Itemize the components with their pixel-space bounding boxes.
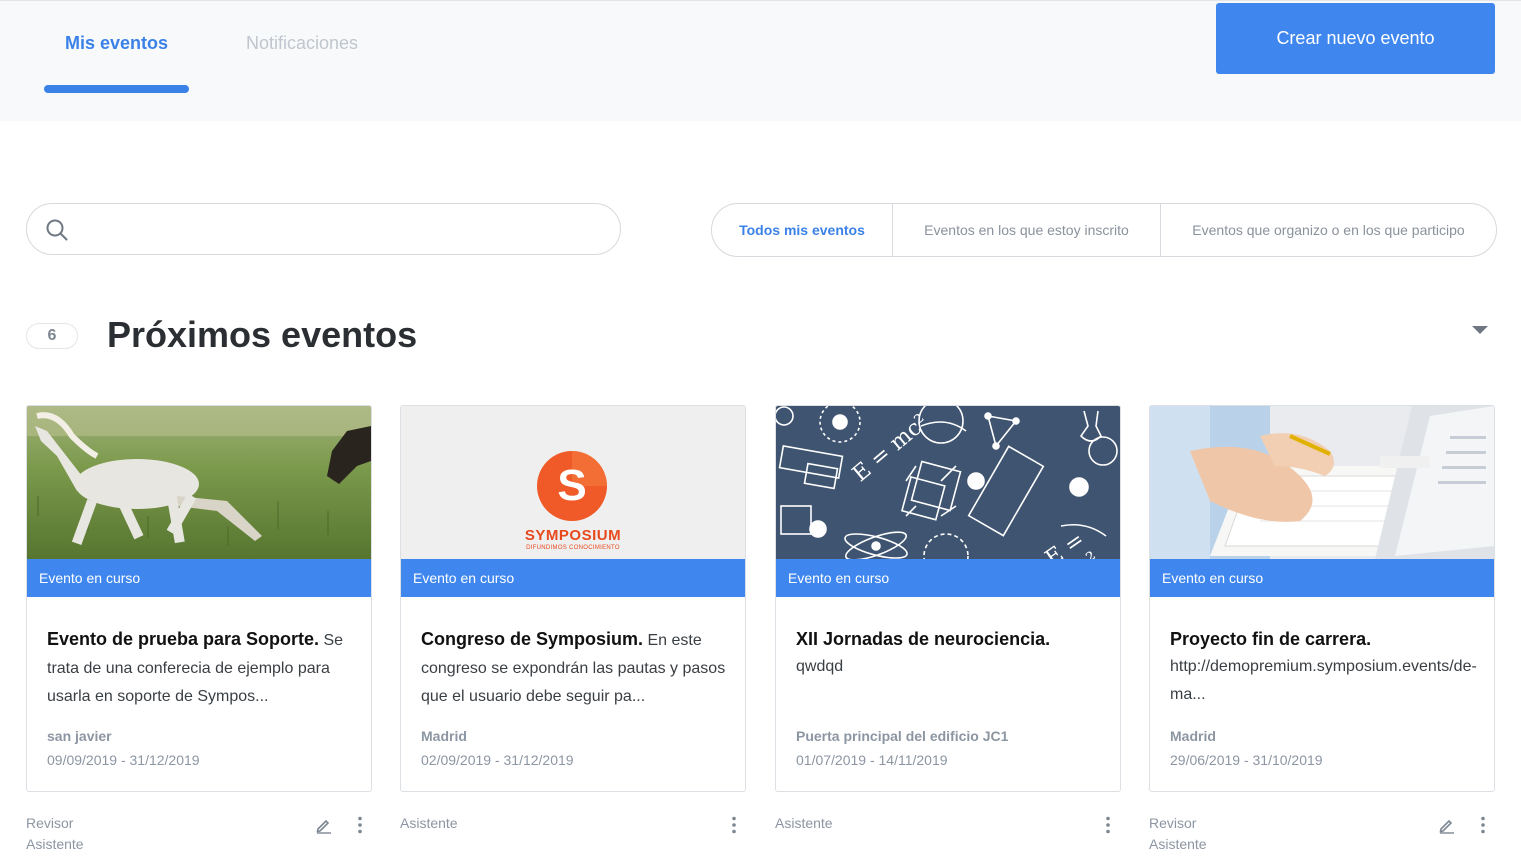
active-tab-indicator — [44, 85, 189, 93]
event-status-ribbon: Evento en curso — [27, 559, 371, 597]
event-location: Puerta principal del edificio JC1 — [796, 728, 1009, 744]
event-description: Proyecto fin de carrera. http://demoprem… — [1170, 625, 1480, 709]
event-image-science-doodles: E = mc² E = mc² — [776, 406, 1120, 559]
event-image-writing-desk — [1150, 406, 1494, 559]
event-count-badge: 6 — [26, 323, 78, 349]
event-desc-text: http://demopremium.symposium.events/de-m… — [1170, 658, 1477, 703]
event-description: Evento de prueba para Soporte. Se trata … — [47, 625, 357, 711]
event-roles: Revisor Asistente — [1149, 813, 1207, 855]
event-status-ribbon: Evento en curso — [1150, 559, 1494, 597]
search-box[interactable] — [26, 203, 621, 255]
event-title[interactable]: Congreso de Symposium. — [421, 629, 643, 649]
top-navigation-bar: Mis eventos Notificaciones Crear nuevo e… — [0, 0, 1521, 121]
create-event-button[interactable]: Crear nuevo evento — [1216, 3, 1495, 74]
event-location: Madrid — [421, 728, 467, 744]
event-title[interactable]: Proyecto fin de carrera. — [1170, 625, 1480, 653]
pencil-icon[interactable] — [1438, 816, 1456, 834]
section-title: Próximos eventos — [107, 314, 418, 355]
event-dates: 09/09/2019 - 31/12/2019 — [47, 752, 200, 768]
event-desc-text: qwdqd — [796, 658, 844, 675]
event-dates: 01/07/2019 - 14/11/2019 — [796, 752, 948, 768]
logo-wordmark: SYMPOSIUM — [524, 527, 622, 544]
more-vertical-icon[interactable] — [725, 816, 743, 834]
filter-todos-mis-eventos[interactable]: Todos mis eventos — [712, 204, 892, 256]
role-label: Revisor — [1149, 815, 1197, 831]
chevron-down-icon[interactable] — [1471, 324, 1489, 336]
event-roles: Revisor Asistente — [26, 813, 84, 855]
more-vertical-icon[interactable] — [1474, 816, 1492, 834]
logo-tagline: DIFUNDIMOS CONOCIMIENTO — [526, 545, 620, 551]
event-status-ribbon: Evento en curso — [776, 559, 1120, 597]
event-image-symposium-logo: S SYMPOSIUM DIFUNDIMOS CONOCIMIENTO — [401, 406, 745, 559]
event-card[interactable]: E = mc² E = mc² Evento en curso XII Jorn… — [775, 405, 1121, 792]
event-description: XII Jornadas de neurociencia. qwdqd — [796, 625, 1106, 681]
event-location: san javier — [47, 728, 112, 744]
event-title[interactable]: XII Jornadas de neurociencia. — [796, 625, 1106, 653]
event-card[interactable]: Evento en curso Evento de prueba para So… — [26, 405, 372, 792]
event-dates: 29/06/2019 - 31/10/2019 — [1170, 752, 1323, 768]
role-label: Asistente — [400, 815, 458, 831]
search-icon — [46, 219, 68, 241]
tab-mis-eventos[interactable]: Mis eventos — [65, 33, 168, 54]
role-label: Revisor — [26, 815, 74, 831]
filter-eventos-inscrito[interactable]: Eventos en los que estoy inscrito — [892, 204, 1160, 256]
event-dates: 02/09/2019 - 31/12/2019 — [421, 752, 574, 768]
search-input[interactable] — [87, 214, 607, 244]
event-roles: Asistente — [775, 813, 833, 834]
more-vertical-icon[interactable] — [351, 816, 369, 834]
role-label: Asistente — [775, 815, 833, 831]
event-roles: Asistente — [400, 813, 458, 834]
filter-eventos-organizo[interactable]: Eventos que organizo o en los que partic… — [1160, 204, 1496, 256]
role-label: Asistente — [1149, 836, 1207, 852]
event-description: Congreso de Symposium. En este congreso … — [421, 625, 731, 711]
event-status-ribbon: Evento en curso — [401, 559, 745, 597]
event-location: Madrid — [1170, 728, 1216, 744]
event-filter-group: Todos mis eventos Eventos en los que est… — [711, 203, 1497, 257]
pencil-icon[interactable] — [315, 816, 333, 834]
role-label: Asistente — [26, 836, 84, 852]
event-card[interactable]: Evento en curso Proyecto fin de carrera.… — [1149, 405, 1495, 792]
event-image-horses — [27, 406, 371, 559]
more-vertical-icon[interactable] — [1099, 816, 1117, 834]
event-title[interactable]: Evento de prueba para Soporte. — [47, 629, 319, 649]
logo-letter: S — [557, 461, 587, 510]
event-card[interactable]: S SYMPOSIUM DIFUNDIMOS CONOCIMIENTO Even… — [400, 405, 746, 792]
tab-notificaciones[interactable]: Notificaciones — [246, 33, 358, 54]
